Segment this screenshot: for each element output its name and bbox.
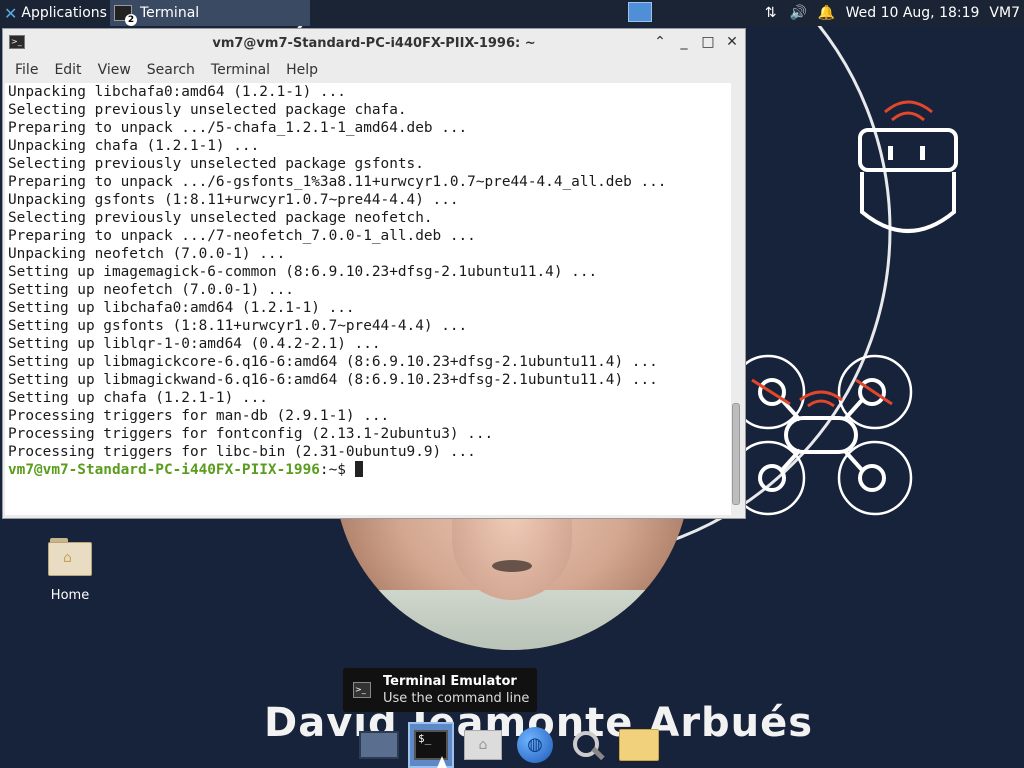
shell-prompt[interactable]: vm7@vm7-Standard-PC-i440FX-PIIX-1996:~$: [8, 461, 731, 479]
dock-web-browser[interactable]: ◍: [512, 722, 558, 768]
window-count-badge: 2: [125, 14, 137, 26]
dock-app-finder[interactable]: [564, 722, 610, 768]
notification-bell-icon[interactable]: 🔔: [818, 4, 836, 22]
volume-icon[interactable]: 🔊: [790, 4, 808, 22]
terminal-line: Setting up neofetch (7.0.0-1) ...: [8, 282, 294, 298]
user-menu[interactable]: VM7: [989, 5, 1020, 21]
close-button[interactable]: ✕: [725, 33, 739, 51]
terminal-scrollbar[interactable]: [730, 85, 740, 511]
scrollbar-thumb[interactable]: [732, 403, 740, 505]
menu-edit[interactable]: Edit: [46, 62, 89, 78]
terminal-line: Selecting previously unselected package …: [8, 210, 433, 226]
terminal-line: Preparing to unpack .../7-neofetch_7.0.0…: [8, 228, 476, 244]
terminal-line: Setting up libmagickcore-6.q16-6:amd64 (…: [8, 354, 658, 370]
terminal-line: Selecting previously unselected package …: [8, 156, 424, 172]
dock-file-manager[interactable]: [616, 722, 662, 768]
home-folder-icon: ⌂: [48, 538, 92, 576]
window-title: vm7@vm7-Standard-PC-i440FX-PIIX-1996: ~: [212, 35, 536, 51]
terminal-output[interactable]: Unpacking libchafa0:amd64 (1.2.1-1) ... …: [5, 83, 731, 515]
menu-file[interactable]: File: [7, 62, 46, 78]
terminal-line: Preparing to unpack .../6-gsfonts_1%3a8.…: [8, 174, 667, 190]
terminal-line: Setting up chafa (1.2.1-1) ...: [8, 390, 268, 406]
tooltip-subtitle: Use the command line: [383, 691, 530, 706]
prompt-suffix: :~$: [319, 462, 355, 478]
taskbar-terminal-button[interactable]: 2 Terminal: [110, 0, 310, 26]
dock-home-folder[interactable]: ⌂: [460, 722, 506, 768]
terminal-icon: >_: [353, 682, 371, 698]
menu-help[interactable]: Help: [278, 62, 326, 78]
terminal-window: >_ vm7@vm7-Standard-PC-i440FX-PIIX-1996:…: [2, 28, 746, 519]
terminal-line: Processing triggers for libc-bin (2.31-0…: [8, 444, 476, 460]
terminal-line: Unpacking chafa (1.2.1-1) ...: [8, 138, 260, 154]
terminal-window-icon[interactable]: >_: [9, 35, 25, 49]
top-panel: ✕ Applications ≡ 2 Terminal ⇅ 🔊 🔔 Wed 10…: [0, 0, 1024, 26]
terminal-line: Unpacking gsfonts (1:8.11+urwcyr1.0.7~pr…: [8, 192, 459, 208]
clock[interactable]: Wed 10 Aug, 18:19: [846, 5, 980, 21]
dock-terminal[interactable]: $_: [408, 722, 454, 768]
window-titlebar[interactable]: >_ vm7@vm7-Standard-PC-i440FX-PIIX-1996:…: [3, 29, 745, 57]
menu-bar: File Edit View Search Terminal Help: [3, 57, 745, 83]
terminal-line: Preparing to unpack .../5-chafa_1.2.1-1_…: [8, 120, 468, 136]
terminal-line: Unpacking libchafa0:amd64 (1.2.1-1) ...: [8, 84, 346, 100]
terminal-line: Setting up liblqr-1-0:amd64 (0.4.2-2.1) …: [8, 336, 381, 352]
web-browser-icon: ◍: [517, 727, 553, 763]
terminal-line: Setting up libmagickwand-6.q16-6:amd64 (…: [8, 372, 658, 388]
home-folder-icon: ⌂: [464, 730, 502, 760]
maximize-button[interactable]: □: [701, 33, 715, 51]
terminal-line: Setting up libchafa0:amd64 (1.2.1-1) ...: [8, 300, 355, 316]
network-icon[interactable]: ⇅: [762, 4, 780, 22]
app-finder-icon: [569, 727, 605, 763]
dock-tooltip: >_ Terminal Emulator Use the command lin…: [343, 668, 537, 712]
minimize-button[interactable]: _: [677, 33, 691, 51]
file-manager-icon: [619, 729, 659, 761]
shade-button[interactable]: ⌃: [653, 33, 667, 51]
terminal-line: Setting up imagemagick-6-common (8:6.9.1…: [8, 264, 598, 280]
dock-show-desktop[interactable]: [356, 722, 402, 768]
show-desktop-icon: [359, 731, 399, 759]
applications-menu-button[interactable]: ✕ Applications ≡: [0, 0, 125, 26]
terminal-icon: 2: [114, 5, 137, 26]
terminal-line: Processing triggers for man-db (2.9.1-1)…: [8, 408, 390, 424]
system-tray: ⇅ 🔊 🔔 Wed 10 Aug, 18:19 VM7: [762, 0, 1024, 26]
taskbar-terminal-label: Terminal: [140, 5, 200, 21]
workspace-switcher[interactable]: [628, 2, 652, 22]
applications-label: Applications: [21, 5, 107, 21]
terminal-line: Unpacking neofetch (7.0.0-1) ...: [8, 246, 286, 262]
text-cursor: [354, 461, 363, 477]
xfce-logo-icon: ✕: [4, 3, 18, 23]
menu-terminal[interactable]: Terminal: [203, 62, 278, 78]
bottom-dock: $_ ⌂ ◍: [356, 720, 668, 768]
desktop-home-icon[interactable]: ⌂ Home: [40, 538, 100, 603]
menu-view[interactable]: View: [90, 62, 139, 78]
mouse-pointer-icon: [437, 756, 447, 768]
menu-search[interactable]: Search: [139, 62, 203, 78]
terminal-line: Selecting previously unselected package …: [8, 102, 407, 118]
terminal-line: Processing triggers for fontconfig (2.13…: [8, 426, 494, 442]
desktop-home-label: Home: [50, 588, 90, 603]
prompt-user-host: vm7@vm7-Standard-PC-i440FX-PIIX-1996: [8, 462, 320, 478]
terminal-line: Setting up gsfonts (1:8.11+urwcyr1.0.7~p…: [8, 318, 468, 334]
tooltip-title: Terminal Emulator: [383, 674, 517, 689]
